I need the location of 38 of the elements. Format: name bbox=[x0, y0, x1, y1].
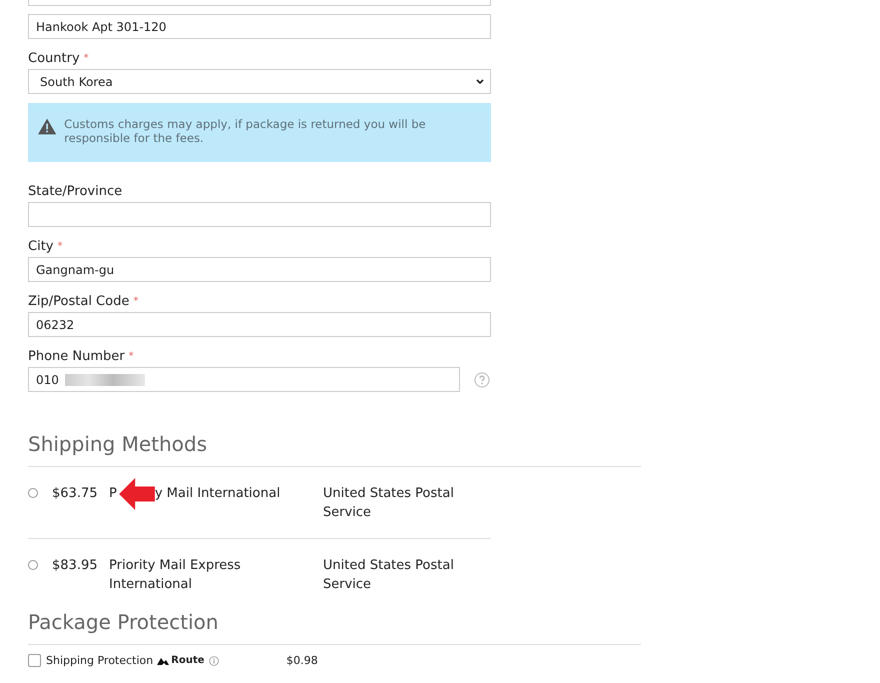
country-select[interactable]: South Korea bbox=[28, 69, 491, 94]
required-asterisk: * bbox=[84, 53, 89, 64]
route-logo-icon bbox=[157, 656, 170, 664]
section-heading: Package Protection bbox=[28, 610, 641, 645]
protection-label: Shipping Protection bbox=[46, 654, 154, 667]
radio-button[interactable] bbox=[28, 488, 38, 498]
field-label: Phone Number bbox=[28, 349, 125, 364]
required-asterisk: * bbox=[57, 241, 62, 252]
shipping-service: y Mail International bbox=[154, 485, 280, 503]
field-label: State/Province bbox=[28, 184, 122, 199]
text-field[interactable] bbox=[28, 202, 491, 227]
radio-button[interactable] bbox=[28, 560, 38, 570]
warning-icon bbox=[38, 117, 56, 136]
address-field[interactable] bbox=[28, 0, 491, 6]
text-field[interactable]: Gangnam-gu bbox=[28, 257, 491, 282]
protection-price: $0.98 bbox=[286, 654, 318, 667]
required-asterisk: * bbox=[133, 296, 138, 307]
section-heading: Shipping Methods bbox=[28, 432, 641, 467]
info-icon[interactable] bbox=[209, 656, 220, 666]
shipping-service: Priority Mail Express International bbox=[109, 557, 242, 594]
field-label: Zip/Postal Code bbox=[28, 294, 130, 309]
phone-field[interactable]: 010 bbox=[28, 367, 460, 392]
notice-text: Customs charges may apply, if package is returned you will be responsible for the fees. bbox=[64, 117, 427, 145]
field-label: Country bbox=[28, 51, 80, 66]
shipping-price: $83.95 bbox=[52, 557, 98, 575]
checkbox[interactable] bbox=[28, 654, 41, 667]
field-label: City bbox=[28, 239, 54, 254]
shipping-service: P bbox=[109, 485, 117, 503]
text-field[interactable]: 06232 bbox=[28, 312, 491, 337]
required-asterisk: * bbox=[128, 351, 134, 362]
chevron-down-icon bbox=[476, 78, 484, 84]
arrow-annotation bbox=[118, 478, 155, 510]
address-field[interactable]: Hankook Apt 301-120 bbox=[28, 14, 491, 39]
carrier-name: United States Postal Service bbox=[323, 485, 455, 522]
brand-name: Route bbox=[171, 655, 204, 666]
help-icon[interactable] bbox=[474, 372, 490, 388]
carrier-name: United States Postal Service bbox=[323, 557, 455, 594]
shipping-price: $63.75 bbox=[52, 485, 98, 503]
